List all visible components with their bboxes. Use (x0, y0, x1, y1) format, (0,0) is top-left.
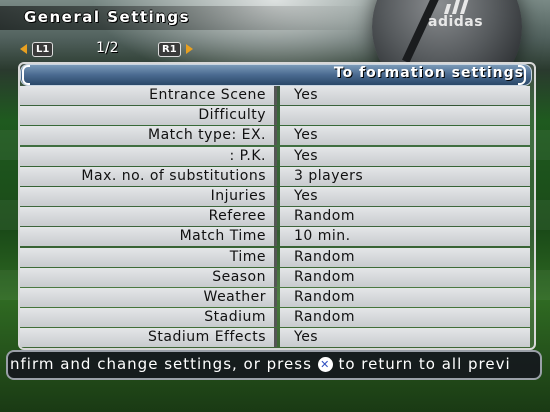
column-divider (274, 247, 277, 267)
column-divider (274, 227, 277, 247)
column-divider (274, 287, 277, 307)
setting-label: Match Time (20, 227, 274, 247)
help-ticker: nfirm and change settings, or press ✕ to… (6, 350, 542, 380)
page-title: General Settings (24, 8, 191, 26)
column-divider (274, 207, 277, 227)
setting-label: Time (20, 247, 274, 267)
arrow-left-icon[interactable] (20, 44, 27, 54)
help-ticker-text: nfirm and change settings, or press ✕ to… (10, 355, 511, 373)
setting-row-match-time[interactable]: Match Time 10 min. (20, 227, 530, 247)
setting-row-season[interactable]: Season Random (20, 267, 530, 288)
r1-button[interactable]: R1 (158, 42, 181, 57)
help-text-after: to return to all previ (338, 355, 511, 373)
help-text-before: nfirm and change settings, or press (10, 355, 312, 373)
column-divider (274, 328, 277, 348)
setting-value[interactable]: ★★★★★ (280, 106, 530, 126)
setting-value[interactable]: Random (280, 308, 530, 328)
setting-value[interactable]: Yes (280, 126, 530, 146)
brand-name: adidas (428, 14, 484, 30)
adidas-logo-icon (444, 0, 469, 14)
settings-list: Entrance Scene Yes Difficulty ★★★★★ Matc… (20, 86, 530, 348)
setting-row-stadium-effects[interactable]: Stadium Effects Yes (20, 328, 530, 348)
setting-row-substitutions[interactable]: Max. no. of substitutions 3 players (20, 166, 530, 187)
setting-value[interactable]: Random (280, 207, 530, 227)
page-indicator: 1/2 (96, 40, 119, 56)
l1-button[interactable]: L1 (32, 42, 54, 57)
setting-row-injuries[interactable]: Injuries Yes (20, 186, 530, 207)
setting-value[interactable]: Random (280, 247, 530, 267)
setting-label: Stadium (20, 308, 274, 328)
setting-value[interactable]: Yes (280, 146, 530, 166)
setting-value[interactable]: Yes (280, 328, 530, 348)
setting-row-time[interactable]: Time Random (20, 247, 530, 268)
setting-label: Referee (20, 207, 274, 227)
column-divider (274, 308, 277, 328)
cross-button-icon: ✕ (317, 357, 333, 372)
arrow-right-icon[interactable] (186, 44, 193, 54)
setting-row-stadium[interactable]: Stadium Random (20, 308, 530, 328)
setting-row-referee[interactable]: Referee Random (20, 207, 530, 227)
column-divider (274, 186, 277, 206)
setting-value[interactable]: Random (280, 287, 530, 307)
column-divider (274, 126, 277, 146)
setting-row-weather[interactable]: Weather Random (20, 287, 530, 308)
column-divider (274, 86, 277, 105)
column-divider (274, 106, 277, 126)
setting-label: Difficulty (20, 106, 274, 126)
setting-row-entrance-scene[interactable]: Entrance Scene Yes (20, 86, 530, 106)
column-divider (274, 267, 277, 287)
formation-settings-label[interactable]: To formation settings (334, 65, 524, 81)
setting-value[interactable]: Random (280, 267, 530, 287)
setting-label: : P.K. (20, 146, 274, 166)
setting-label: Match type: EX. (20, 126, 274, 146)
setting-label: Injuries (20, 186, 274, 206)
setting-value[interactable]: 3 players (280, 166, 530, 186)
column-divider (274, 166, 277, 186)
setting-row-match-type-ex[interactable]: Match type: EX. Yes (20, 126, 530, 146)
setting-row-match-type-pk[interactable]: : P.K. Yes (20, 146, 530, 167)
setting-label: Weather (20, 287, 274, 307)
setting-value[interactable]: 10 min. (280, 227, 530, 247)
setting-label: Max. no. of substitutions (20, 166, 274, 186)
setting-value[interactable]: Yes (280, 186, 530, 206)
setting-label: Season (20, 267, 274, 287)
setting-label: Stadium Effects (20, 328, 274, 348)
setting-label: Entrance Scene (20, 86, 274, 105)
column-divider (274, 146, 277, 166)
setting-value[interactable]: Yes (280, 86, 530, 105)
setting-row-difficulty[interactable]: Difficulty ★★★★★ (20, 106, 530, 126)
bracket-left-icon (22, 65, 30, 85)
